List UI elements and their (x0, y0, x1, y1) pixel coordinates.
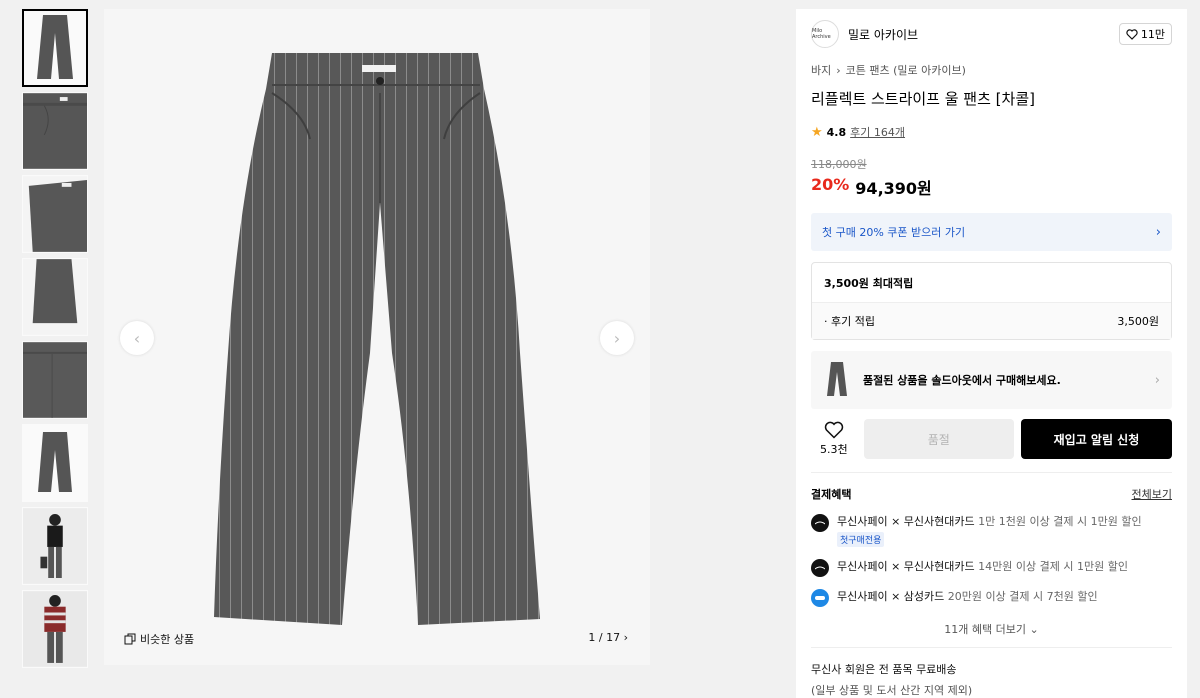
chevron-left-icon: ‹ (133, 328, 141, 348)
thumbnail-7[interactable] (22, 507, 88, 585)
first-purchase-tag: 첫구매전용 (837, 532, 885, 547)
heart-icon (824, 421, 844, 439)
chevron-right-icon: › (613, 328, 621, 348)
soldout-label: 품절된 상품을 솔드아웃에서 구매해보세요. (863, 374, 1061, 387)
similar-products-button[interactable]: 비슷한 상품 (124, 631, 194, 647)
chevron-right-icon: › (623, 631, 628, 644)
image-counter-text: 1 / 17 (588, 631, 621, 644)
breadcrumb-subcategory[interactable]: 코튼 팬츠 (밀로 아카이브) (846, 62, 966, 78)
benefit-card: 무신사페이 × 삼성카드 (837, 590, 945, 603)
more-benefits-label: 11개 혜택 더보기 (944, 623, 1026, 636)
brand-logo[interactable]: Milo Archive (811, 20, 839, 48)
product-page: ‹ › 비슷한 상품 1 / 17 › Milo Archive 밀로 아카이브… (0, 0, 1200, 698)
payment-benefits-header: 결제혜택 전체보기 (811, 486, 1172, 502)
copy-icon (124, 633, 136, 645)
points-row: · 후기 적립 3,500원 (812, 303, 1171, 339)
benefit-desc: 14만원 이상 결제 시 1만원 할인 (974, 560, 1128, 573)
samsung-card-icon (811, 589, 829, 607)
thumbnail-1[interactable] (22, 9, 88, 87)
points-box: 3,500원 최대적립 · 후기 적립 3,500원 (811, 262, 1172, 340)
benefit-card: 무신사페이 × 무신사현대카드 (837, 515, 975, 528)
product-image-pants (214, 53, 540, 625)
coupon-banner[interactable]: 첫 구매 20% 쿠폰 받으러 가기 › (811, 213, 1172, 251)
discount-rate: 20% (811, 175, 850, 194)
more-benefits-button[interactable]: 11개 혜택 더보기 ⌄ (811, 621, 1172, 637)
breadcrumb: 바지 › 코튼 팬츠 (밀로 아카이브) (811, 62, 1172, 78)
benefit-item: 무신사페이 × 무신사현대카드 14만원 이상 결제 시 1만원 할인 (811, 558, 1172, 577)
brand-name[interactable]: 밀로 아카이브 (848, 26, 918, 43)
star-icon: ★ (811, 124, 823, 140)
brand-row: Milo Archive 밀로 아카이브 11만 (811, 9, 1172, 59)
rating-row: ★ 4.8 후기 164개 (811, 124, 1172, 140)
view-all-benefits-link[interactable]: 전체보기 (1132, 486, 1172, 502)
thumbnail-4[interactable] (22, 258, 88, 336)
sale-price: 94,390원 (855, 179, 932, 198)
divider (811, 472, 1172, 473)
rating-value: 4.8 (826, 125, 847, 139)
benefit-desc: 1만 1천원 이상 결제 시 1만원 할인 (974, 515, 1142, 528)
benefit-card: 무신사페이 × 무신사현대카드 (837, 560, 975, 573)
points-row-value: 3,500원 (1117, 315, 1159, 328)
restock-alert-button[interactable]: 재입고 알림 신청 (1020, 419, 1172, 459)
breadcrumb-category[interactable]: 바지 (811, 62, 831, 78)
thumbnail-list (22, 9, 90, 673)
brand-like-count: 11만 (1140, 28, 1165, 41)
shipping-note: (일부 상품 및 도서 산간 지역 제외) (811, 684, 973, 697)
chevron-right-icon: › (836, 63, 841, 77)
price-row: 20% 94,390원 (811, 175, 1172, 199)
product-info-panel: Milo Archive 밀로 아카이브 11만 바지 › 코튼 팬츠 (밀로 … (796, 9, 1187, 698)
soldout-product-thumbnail (823, 360, 851, 400)
thumbnail-8[interactable] (22, 590, 88, 668)
brand-like-button[interactable]: 11만 (1118, 23, 1172, 45)
image-counter[interactable]: 1 / 17 › (588, 631, 628, 644)
chevron-down-icon: ⌄ (1029, 623, 1039, 636)
similar-products-label: 비슷한 상품 (140, 633, 195, 646)
thumbnail-2[interactable] (22, 92, 88, 170)
review-count-link[interactable]: 후기 164개 (850, 124, 905, 140)
divider (811, 647, 1172, 648)
soldout-button[interactable]: 품절 (863, 419, 1014, 459)
prev-image-button[interactable]: ‹ (120, 321, 154, 355)
benefit-desc: 20만원 이상 결제 시 7천원 할인 (944, 590, 1098, 603)
wishlist-button[interactable]: 5.3천 (811, 421, 857, 457)
wishlist-count: 5.3천 (820, 443, 848, 456)
thumbnail-6[interactable] (22, 424, 88, 502)
soldout-banner[interactable]: 품절된 상품을 솔드아웃에서 구매해보세요. › (811, 351, 1172, 409)
benefit-item: 무신사페이 × 삼성카드 20만원 이상 결제 시 7천원 할인 (811, 588, 1172, 607)
musinsa-card-icon (811, 559, 829, 577)
thumbnail-5[interactable] (22, 341, 88, 419)
payment-benefits-title: 결제혜택 (811, 488, 852, 501)
coupon-label: 첫 구매 20% 쿠폰 받으러 가기 (822, 226, 966, 239)
shipping-info: 무신사 회원은 전 품목 무료배송 (811, 663, 957, 676)
heart-icon (1126, 28, 1138, 40)
points-header: 3,500원 최대적립 (812, 263, 1171, 303)
next-image-button[interactable]: › (600, 321, 634, 355)
chevron-right-icon: › (1154, 372, 1160, 388)
brand-logo-text: Milo Archive (812, 28, 831, 40)
original-price: 118,000원 (811, 158, 867, 171)
benefit-item: 무신사페이 × 무신사현대카드 1만 1천원 이상 결제 시 1만원 할인 첫구… (811, 513, 1172, 547)
points-row-label: · 후기 적립 (824, 315, 875, 328)
chevron-right-icon: › (1155, 224, 1161, 240)
action-row: 5.3천 품절 재입고 알림 신청 (811, 418, 1172, 460)
thumbnail-3[interactable] (22, 175, 88, 253)
main-product-image: ‹ › 비슷한 상품 1 / 17 › (104, 9, 650, 665)
product-title: 리플렉트 스트라이프 울 팬츠 [차콜] (811, 90, 1035, 108)
musinsa-card-icon (811, 514, 829, 532)
